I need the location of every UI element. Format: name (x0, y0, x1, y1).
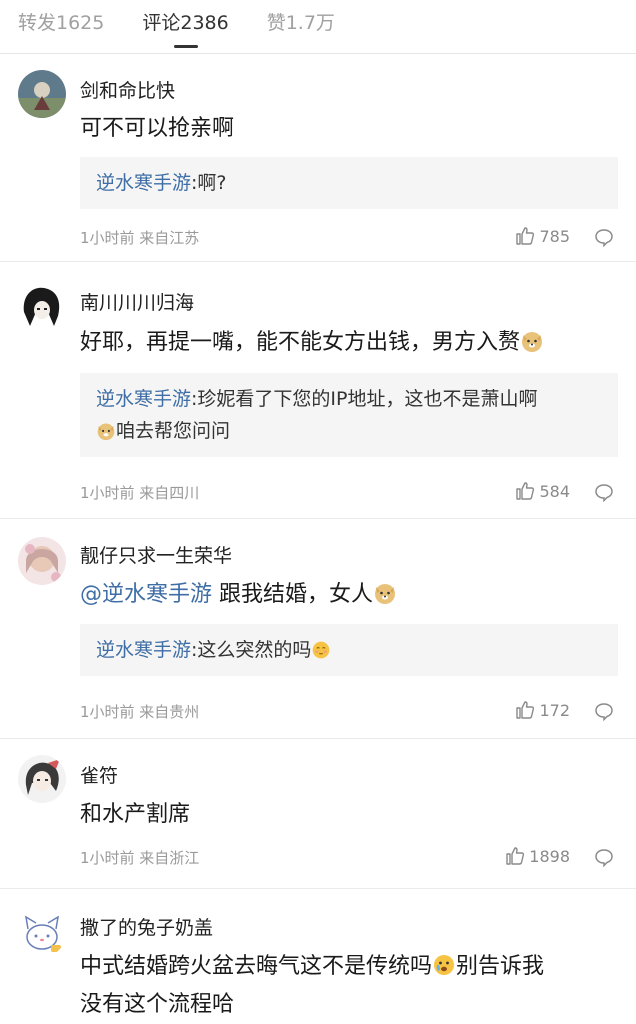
tear-face-emoji-icon (434, 955, 455, 975)
reply-text-continued: 咱去帮您问问 (116, 420, 231, 442)
reply-author-link[interactable]: 逆水寒手游 (96, 388, 191, 410)
reply-text: :啊? (191, 172, 227, 194)
avatar[interactable] (18, 755, 66, 803)
thumbs-up-icon (516, 482, 535, 500)
like-count: 584 (539, 481, 570, 501)
comment-item: 撒了的兔子奶盖 中式结婚跨火盆去晦气这不是传统吗 别告诉我 没有这个流程哈 (0, 889, 636, 1024)
comment-meta: 1小时前 来自浙江 (80, 849, 200, 867)
comment-text: 可不可以抢亲啊 (80, 116, 235, 141)
doge-emoji-icon (375, 584, 396, 604)
mention-link[interactable]: @逆水寒手游 (80, 582, 212, 607)
like-count: 172 (539, 700, 570, 720)
username[interactable]: 靓仔只求一生荣华 (80, 541, 232, 568)
comment-item: 雀符 和水产割席 1小时前 来自浙江 1898 (0, 739, 636, 889)
chat-bubble-icon[interactable] (594, 847, 614, 867)
avatar[interactable] (18, 70, 66, 118)
avatar[interactable] (18, 537, 66, 585)
like-count: 785 (539, 226, 570, 246)
reply-author-link[interactable]: 逆水寒手游 (96, 639, 191, 661)
comment-meta: 1小时前 来自四川 (80, 484, 200, 502)
username[interactable]: 撒了的兔子奶盖 (80, 913, 213, 940)
tab-reposts[interactable]: 转发1625 (18, 8, 104, 54)
username[interactable]: 雀符 (80, 761, 118, 788)
thumbs-up-icon (506, 847, 525, 865)
like-button[interactable]: 172 (515, 700, 570, 720)
comment-tabs: 转发1625 评论2386 赞1.7万 (0, 0, 636, 54)
comment-text: 好耶，再提一嘴，能不能女方出钱，男方入赘 (80, 324, 616, 362)
author-reply[interactable]: 逆水寒手游:这么突然的吗 (80, 624, 618, 676)
chat-bubble-icon[interactable] (594, 482, 614, 502)
like-button[interactable]: 785 (515, 226, 570, 246)
comment-text: 中式结婚跨火盆去晦气这不是传统吗 别告诉我 没有这个流程哈 (80, 954, 545, 1017)
reply-author-link[interactable]: 逆水寒手游 (96, 172, 191, 194)
username[interactable]: 南川川川归海 (80, 288, 194, 315)
like-button[interactable]: 1898 (505, 846, 570, 866)
active-tab-indicator (173, 45, 198, 48)
comment-meta: 1小时前 来自贵州 (80, 703, 200, 721)
comment-meta: 1小时前 来自江苏 (80, 229, 200, 247)
shy-face-emoji-icon (313, 641, 330, 659)
doge-emoji-icon (522, 332, 543, 352)
username[interactable]: 剑和命比快 (80, 76, 175, 103)
chat-bubble-icon[interactable] (594, 701, 614, 721)
comment-item: 靓仔只求一生荣华 @逆水寒手游 跟我结婚，女人 逆水寒手游:这么突然的吗 1小时… (0, 519, 636, 739)
like-button[interactable]: 584 (515, 481, 570, 501)
thumbs-up-icon (516, 701, 535, 719)
doge-emoji-icon (97, 423, 115, 441)
comment-text: 和水产割席 (80, 802, 191, 827)
comment-item: 剑和命比快 可不可以抢亲啊 逆水寒手游:啊? 1小时前 来自江苏 785 (0, 54, 636, 262)
tab-likes[interactable]: 赞1.7万 (267, 8, 335, 54)
thumbs-up-icon (516, 227, 535, 245)
comment-text: @逆水寒手游 跟我结婚，女人 (80, 576, 616, 614)
author-reply[interactable]: 逆水寒手游:啊? (80, 157, 618, 209)
chat-bubble-icon[interactable] (594, 227, 614, 247)
author-reply[interactable]: 逆水寒手游:珍妮看了下您的IP地址，这也不是萧山啊 咱去帮您问问 (80, 373, 618, 457)
avatar[interactable] (18, 909, 66, 957)
reply-text: :这么突然的吗 (191, 639, 312, 661)
tab-comments[interactable]: 评论2386 (142, 8, 229, 54)
avatar[interactable] (18, 282, 66, 330)
comment-item: 南川川川归海 好耶，再提一嘴，能不能女方出钱，男方入赘 逆水寒手游:珍妮看了下您… (0, 262, 636, 519)
reply-text: :珍妮看了下您的IP地址，这也不是萧山啊 (191, 388, 538, 410)
like-count: 1898 (529, 846, 570, 866)
